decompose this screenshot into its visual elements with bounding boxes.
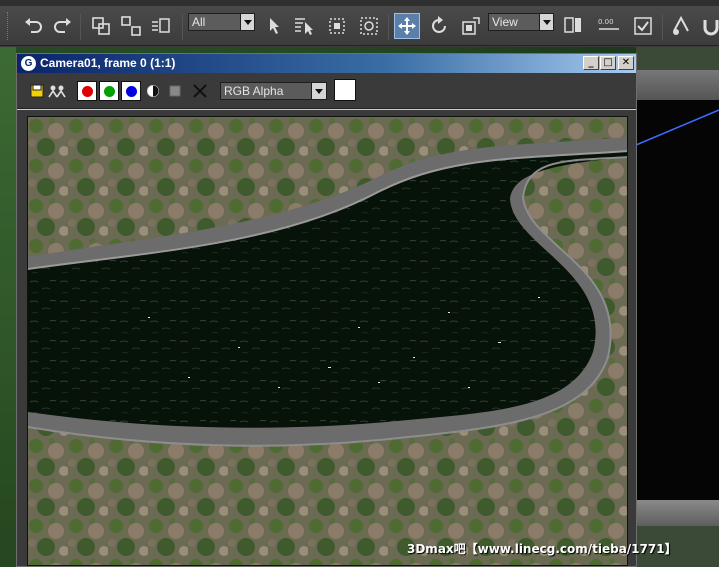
link-icon[interactable] — [88, 13, 114, 39]
toolbar-separator — [662, 14, 663, 40]
blue-channel-toggle[interactable] — [121, 81, 141, 101]
mirror-icon[interactable] — [668, 13, 694, 39]
toolbar-separator — [182, 14, 183, 40]
select-rotate-icon[interactable] — [426, 13, 452, 39]
clone-frame-window-icon[interactable] — [48, 81, 66, 101]
chevron-down-icon — [240, 14, 254, 30]
unlink-icon[interactable] — [118, 13, 144, 39]
save-image-icon[interactable] — [28, 81, 46, 101]
viewport-left-edge — [0, 47, 16, 567]
edit-named-selection-icon[interactable] — [630, 13, 656, 39]
select-by-name-icon[interactable] — [292, 13, 318, 39]
3ds-max-logo-icon: G — [21, 56, 36, 71]
frame-window-title: Camera01, frame 0 (1:1) — [40, 56, 176, 70]
minimize-button[interactable]: _ — [583, 56, 599, 70]
scene-wall-bottom-edge — [636, 500, 719, 526]
redo-icon[interactable] — [50, 13, 76, 39]
rendered-pond-scene — [28, 117, 627, 565]
render-frame-area — [17, 110, 636, 566]
rendered-frame-window: G Camera01, frame 0 (1:1) _ □ ✕ RGB Alph… — [16, 53, 637, 567]
magnet-icon[interactable] — [698, 13, 719, 39]
select-scale-icon[interactable] — [458, 13, 484, 39]
frame-window-toolbar: RGB Alpha — [17, 73, 636, 109]
select-object-icon[interactable] — [262, 13, 288, 39]
watermark-text: 3Dmax吧【www.linecg.com/tieba/1771】 — [407, 542, 677, 556]
toolbar-separator — [80, 14, 81, 40]
channel-display-dropdown[interactable]: RGB Alpha — [220, 82, 327, 100]
toolbar-grip[interactable] — [7, 12, 10, 40]
display-alpha-icon[interactable] — [144, 81, 162, 101]
chevron-down-icon — [539, 14, 553, 30]
selection-filter-value: All — [192, 15, 206, 29]
main-toolbar: All View 0.00 — [0, 6, 719, 46]
snap-toggle-icon[interactable]: 0.00 — [596, 13, 622, 39]
clear-icon[interactable] — [191, 81, 209, 101]
reference-coord-value: View — [492, 15, 518, 29]
rectangle-selection-icon[interactable] — [324, 13, 350, 39]
green-channel-toggle[interactable] — [99, 81, 119, 101]
app-window: All View 0.00 G Camera01, frame 0 (1:1) … — [0, 0, 719, 567]
red-channel-toggle[interactable] — [77, 81, 97, 101]
undo-icon[interactable] — [20, 13, 46, 39]
selection-filter-dropdown[interactable]: All — [188, 13, 255, 31]
pivot-icon[interactable] — [560, 13, 586, 39]
reference-coord-dropdown[interactable]: View — [488, 13, 554, 31]
scene-wall-top-edge — [636, 70, 719, 100]
bind-spacewarp-icon[interactable] — [148, 13, 174, 39]
rendered-image[interactable] — [27, 116, 628, 566]
close-button[interactable]: ✕ — [618, 56, 634, 70]
chevron-down-icon — [311, 83, 326, 99]
window-crossing-icon[interactable] — [356, 13, 382, 39]
svg-text:0.00: 0.00 — [598, 18, 614, 26]
scene-wall — [636, 100, 719, 500]
toolbar-separator — [388, 14, 389, 40]
select-move-icon[interactable] — [394, 13, 420, 39]
maximize-button[interactable]: □ — [600, 56, 616, 70]
frame-window-titlebar[interactable]: G Camera01, frame 0 (1:1) _ □ ✕ — [17, 54, 636, 73]
monochrome-icon[interactable] — [166, 81, 184, 101]
color-swatch[interactable] — [334, 79, 356, 101]
channel-display-value: RGB Alpha — [224, 84, 284, 98]
